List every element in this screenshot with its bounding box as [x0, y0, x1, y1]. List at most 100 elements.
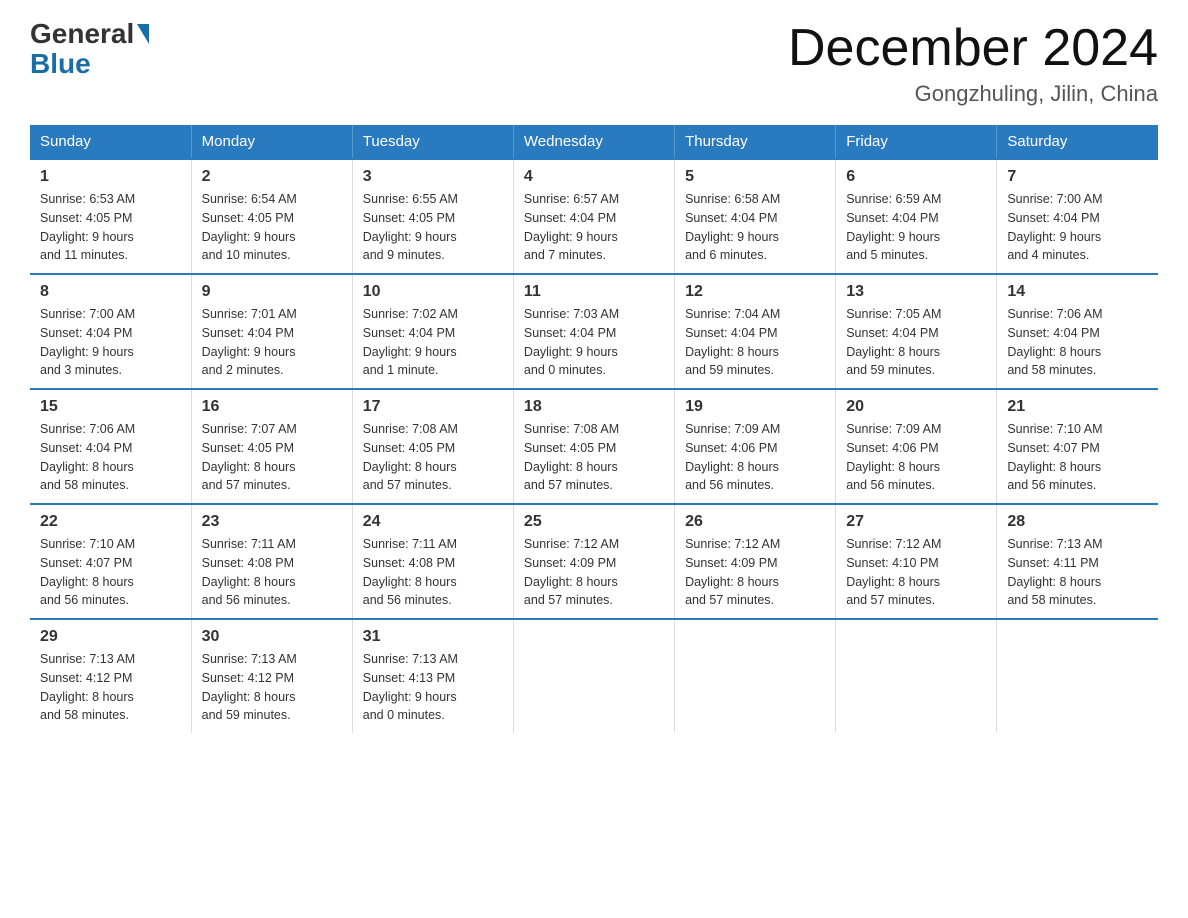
day-number: 18 [524, 398, 664, 416]
day-info: Sunrise: 7:10 AMSunset: 4:07 PMDaylight:… [40, 537, 135, 607]
logo-general-text: General [30, 20, 150, 48]
day-number: 4 [524, 168, 664, 186]
day-info: Sunrise: 7:08 AMSunset: 4:05 PMDaylight:… [524, 422, 619, 492]
day-number: 19 [685, 398, 825, 416]
calendar-cell: 1 Sunrise: 6:53 AMSunset: 4:05 PMDayligh… [30, 159, 191, 274]
calendar-cell: 6 Sunrise: 6:59 AMSunset: 4:04 PMDayligh… [836, 159, 997, 274]
logo-triangle-icon [137, 24, 149, 44]
day-info: Sunrise: 7:12 AMSunset: 4:10 PMDaylight:… [846, 537, 941, 607]
day-info: Sunrise: 6:54 AMSunset: 4:05 PMDaylight:… [202, 192, 297, 262]
day-number: 5 [685, 168, 825, 186]
calendar-cell: 25 Sunrise: 7:12 AMSunset: 4:09 PMDaylig… [513, 504, 674, 619]
week-row-3: 15 Sunrise: 7:06 AMSunset: 4:04 PMDaylig… [30, 389, 1158, 504]
day-number: 7 [1007, 168, 1148, 186]
calendar-cell: 19 Sunrise: 7:09 AMSunset: 4:06 PMDaylig… [675, 389, 836, 504]
day-info: Sunrise: 6:55 AMSunset: 4:05 PMDaylight:… [363, 192, 458, 262]
day-info: Sunrise: 7:09 AMSunset: 4:06 PMDaylight:… [685, 422, 780, 492]
day-info: Sunrise: 7:00 AMSunset: 4:04 PMDaylight:… [1007, 192, 1102, 262]
day-info: Sunrise: 7:06 AMSunset: 4:04 PMDaylight:… [40, 422, 135, 492]
day-info: Sunrise: 7:04 AMSunset: 4:04 PMDaylight:… [685, 307, 780, 377]
calendar-cell: 7 Sunrise: 7:00 AMSunset: 4:04 PMDayligh… [997, 159, 1158, 274]
calendar-cell: 14 Sunrise: 7:06 AMSunset: 4:04 PMDaylig… [997, 274, 1158, 389]
day-number: 12 [685, 283, 825, 301]
calendar-table: Sunday Monday Tuesday Wednesday Thursday… [30, 125, 1158, 733]
day-number: 26 [685, 513, 825, 531]
calendar-cell [836, 619, 997, 733]
calendar-cell: 17 Sunrise: 7:08 AMSunset: 4:05 PMDaylig… [352, 389, 513, 504]
calendar-cell: 13 Sunrise: 7:05 AMSunset: 4:04 PMDaylig… [836, 274, 997, 389]
day-number: 29 [40, 628, 181, 646]
day-info: Sunrise: 7:03 AMSunset: 4:04 PMDaylight:… [524, 307, 619, 377]
day-number: 16 [202, 398, 342, 416]
day-number: 21 [1007, 398, 1148, 416]
day-info: Sunrise: 6:53 AMSunset: 4:05 PMDaylight:… [40, 192, 135, 262]
calendar-cell: 3 Sunrise: 6:55 AMSunset: 4:05 PMDayligh… [352, 159, 513, 274]
calendar-header: Sunday Monday Tuesday Wednesday Thursday… [30, 125, 1158, 159]
day-info: Sunrise: 7:05 AMSunset: 4:04 PMDaylight:… [846, 307, 941, 377]
day-number: 8 [40, 283, 181, 301]
calendar-cell: 4 Sunrise: 6:57 AMSunset: 4:04 PMDayligh… [513, 159, 674, 274]
header-tuesday: Tuesday [352, 125, 513, 159]
calendar-cell [997, 619, 1158, 733]
day-info: Sunrise: 6:58 AMSunset: 4:04 PMDaylight:… [685, 192, 780, 262]
calendar-cell: 11 Sunrise: 7:03 AMSunset: 4:04 PMDaylig… [513, 274, 674, 389]
day-info: Sunrise: 7:06 AMSunset: 4:04 PMDaylight:… [1007, 307, 1102, 377]
calendar-cell: 8 Sunrise: 7:00 AMSunset: 4:04 PMDayligh… [30, 274, 191, 389]
days-of-week-row: Sunday Monday Tuesday Wednesday Thursday… [30, 125, 1158, 159]
day-number: 6 [846, 168, 986, 186]
day-number: 23 [202, 513, 342, 531]
day-number: 30 [202, 628, 342, 646]
day-number: 11 [524, 283, 664, 301]
day-info: Sunrise: 7:01 AMSunset: 4:04 PMDaylight:… [202, 307, 297, 377]
calendar-body: 1 Sunrise: 6:53 AMSunset: 4:05 PMDayligh… [30, 159, 1158, 733]
calendar-cell: 22 Sunrise: 7:10 AMSunset: 4:07 PMDaylig… [30, 504, 191, 619]
day-info: Sunrise: 6:59 AMSunset: 4:04 PMDaylight:… [846, 192, 941, 262]
day-number: 24 [363, 513, 503, 531]
day-info: Sunrise: 7:07 AMSunset: 4:05 PMDaylight:… [202, 422, 297, 492]
calendar-cell: 30 Sunrise: 7:13 AMSunset: 4:12 PMDaylig… [191, 619, 352, 733]
day-info: Sunrise: 7:02 AMSunset: 4:04 PMDaylight:… [363, 307, 458, 377]
calendar-cell: 16 Sunrise: 7:07 AMSunset: 4:05 PMDaylig… [191, 389, 352, 504]
day-number: 3 [363, 168, 503, 186]
day-info: Sunrise: 7:12 AMSunset: 4:09 PMDaylight:… [524, 537, 619, 607]
day-info: Sunrise: 7:13 AMSunset: 4:13 PMDaylight:… [363, 652, 458, 722]
header-thursday: Thursday [675, 125, 836, 159]
day-info: Sunrise: 7:11 AMSunset: 4:08 PMDaylight:… [363, 537, 457, 607]
header-monday: Monday [191, 125, 352, 159]
calendar-cell: 15 Sunrise: 7:06 AMSunset: 4:04 PMDaylig… [30, 389, 191, 504]
day-number: 15 [40, 398, 181, 416]
day-info: Sunrise: 7:00 AMSunset: 4:04 PMDaylight:… [40, 307, 135, 377]
logo: General Blue [30, 20, 150, 78]
day-info: Sunrise: 7:13 AMSunset: 4:11 PMDaylight:… [1007, 537, 1102, 607]
calendar-cell: 31 Sunrise: 7:13 AMSunset: 4:13 PMDaylig… [352, 619, 513, 733]
day-number: 28 [1007, 513, 1148, 531]
day-number: 25 [524, 513, 664, 531]
day-info: Sunrise: 7:09 AMSunset: 4:06 PMDaylight:… [846, 422, 941, 492]
calendar-cell: 12 Sunrise: 7:04 AMSunset: 4:04 PMDaylig… [675, 274, 836, 389]
day-number: 9 [202, 283, 342, 301]
header-sunday: Sunday [30, 125, 191, 159]
calendar-cell: 28 Sunrise: 7:13 AMSunset: 4:11 PMDaylig… [997, 504, 1158, 619]
calendar-cell: 23 Sunrise: 7:11 AMSunset: 4:08 PMDaylig… [191, 504, 352, 619]
calendar-cell: 2 Sunrise: 6:54 AMSunset: 4:05 PMDayligh… [191, 159, 352, 274]
header-wednesday: Wednesday [513, 125, 674, 159]
week-row-2: 8 Sunrise: 7:00 AMSunset: 4:04 PMDayligh… [30, 274, 1158, 389]
day-number: 2 [202, 168, 342, 186]
week-row-4: 22 Sunrise: 7:10 AMSunset: 4:07 PMDaylig… [30, 504, 1158, 619]
day-info: Sunrise: 7:11 AMSunset: 4:08 PMDaylight:… [202, 537, 296, 607]
day-number: 14 [1007, 283, 1148, 301]
day-number: 17 [363, 398, 503, 416]
day-info: Sunrise: 7:13 AMSunset: 4:12 PMDaylight:… [40, 652, 135, 722]
page-header: General Blue December 2024 Gongzhuling, … [30, 20, 1158, 107]
day-number: 22 [40, 513, 181, 531]
header-saturday: Saturday [997, 125, 1158, 159]
calendar-cell: 10 Sunrise: 7:02 AMSunset: 4:04 PMDaylig… [352, 274, 513, 389]
location: Gongzhuling, Jilin, China [788, 81, 1158, 107]
day-number: 13 [846, 283, 986, 301]
week-row-1: 1 Sunrise: 6:53 AMSunset: 4:05 PMDayligh… [30, 159, 1158, 274]
calendar-cell: 29 Sunrise: 7:13 AMSunset: 4:12 PMDaylig… [30, 619, 191, 733]
calendar-cell [675, 619, 836, 733]
calendar-cell: 20 Sunrise: 7:09 AMSunset: 4:06 PMDaylig… [836, 389, 997, 504]
day-number: 1 [40, 168, 181, 186]
day-info: Sunrise: 7:12 AMSunset: 4:09 PMDaylight:… [685, 537, 780, 607]
